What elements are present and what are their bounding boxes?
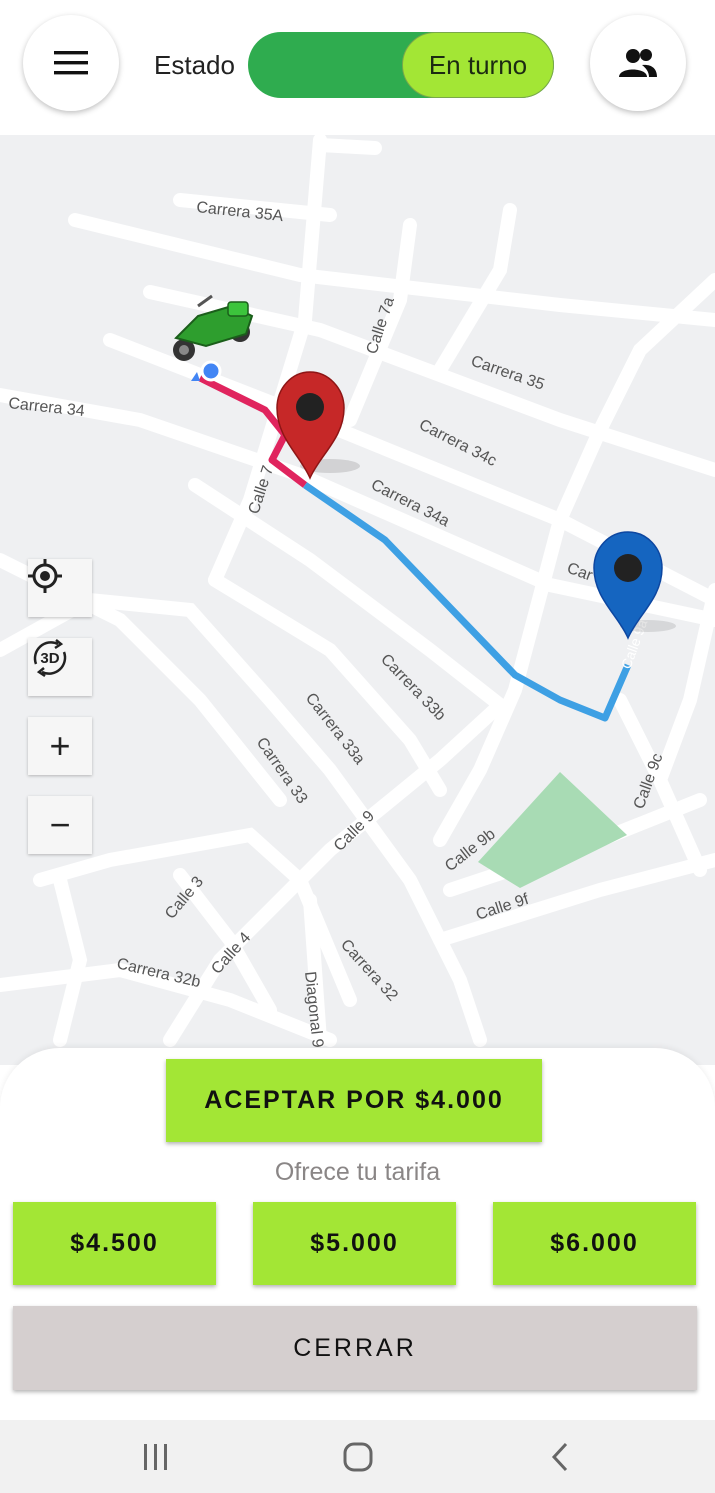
current-location-dot (200, 360, 222, 382)
street-label: Car (565, 560, 596, 585)
hamburger-menu-icon (54, 51, 88, 75)
zoom-out-button[interactable]: − (28, 796, 92, 854)
view-3d-label: 3D (40, 650, 59, 667)
toggle-knob: En turno (402, 32, 554, 98)
top-bar: Estado En turno (0, 0, 715, 135)
home-icon (343, 1442, 372, 1471)
street-label: Carrera 34 (8, 395, 86, 420)
users-button[interactable] (590, 15, 686, 111)
accept-fare-button[interactable]: ACEPTAR POR $4.000 (166, 1059, 542, 1142)
menu-button[interactable] (23, 15, 119, 111)
view-3d-button[interactable]: 3D (28, 638, 92, 696)
map-canvas[interactable]: Carrera 35A Calle 7a Carrera 35 Carrera … (0, 135, 715, 1065)
offer-button-2[interactable]: $5.000 (253, 1202, 456, 1285)
home-button[interactable] (320, 1420, 395, 1493)
destination-pin-icon[interactable] (593, 531, 676, 640)
locate-button[interactable] (28, 559, 92, 617)
close-button[interactable]: CERRAR (13, 1306, 697, 1390)
map-view[interactable]: Carrera 35A Calle 7a Carrera 35 Carrera … (0, 135, 715, 1065)
minus-icon: − (49, 804, 71, 845)
zoom-in-button[interactable]: + (28, 717, 92, 775)
recents-button[interactable] (120, 1420, 192, 1493)
offer-button-3[interactable]: $6.000 (493, 1202, 696, 1285)
back-button[interactable] (525, 1420, 595, 1493)
crosshair-icon (28, 559, 62, 593)
toggle-value: En turno (428, 49, 528, 80)
back-icon (551, 1442, 568, 1471)
park-area (478, 772, 627, 888)
rotate-3d-icon: 3D (33, 639, 67, 678)
plus-icon: + (49, 725, 71, 766)
offer-fare-label: Ofrece tu tarifa (274, 1158, 441, 1186)
system-nav-bar (0, 1420, 715, 1493)
users-icon (619, 49, 657, 77)
recents-icon (144, 1443, 167, 1470)
offer-button-1[interactable]: $4.500 (13, 1202, 216, 1285)
duty-status-toggle[interactable]: En turno (248, 32, 554, 98)
status-label: Estado (154, 50, 235, 80)
